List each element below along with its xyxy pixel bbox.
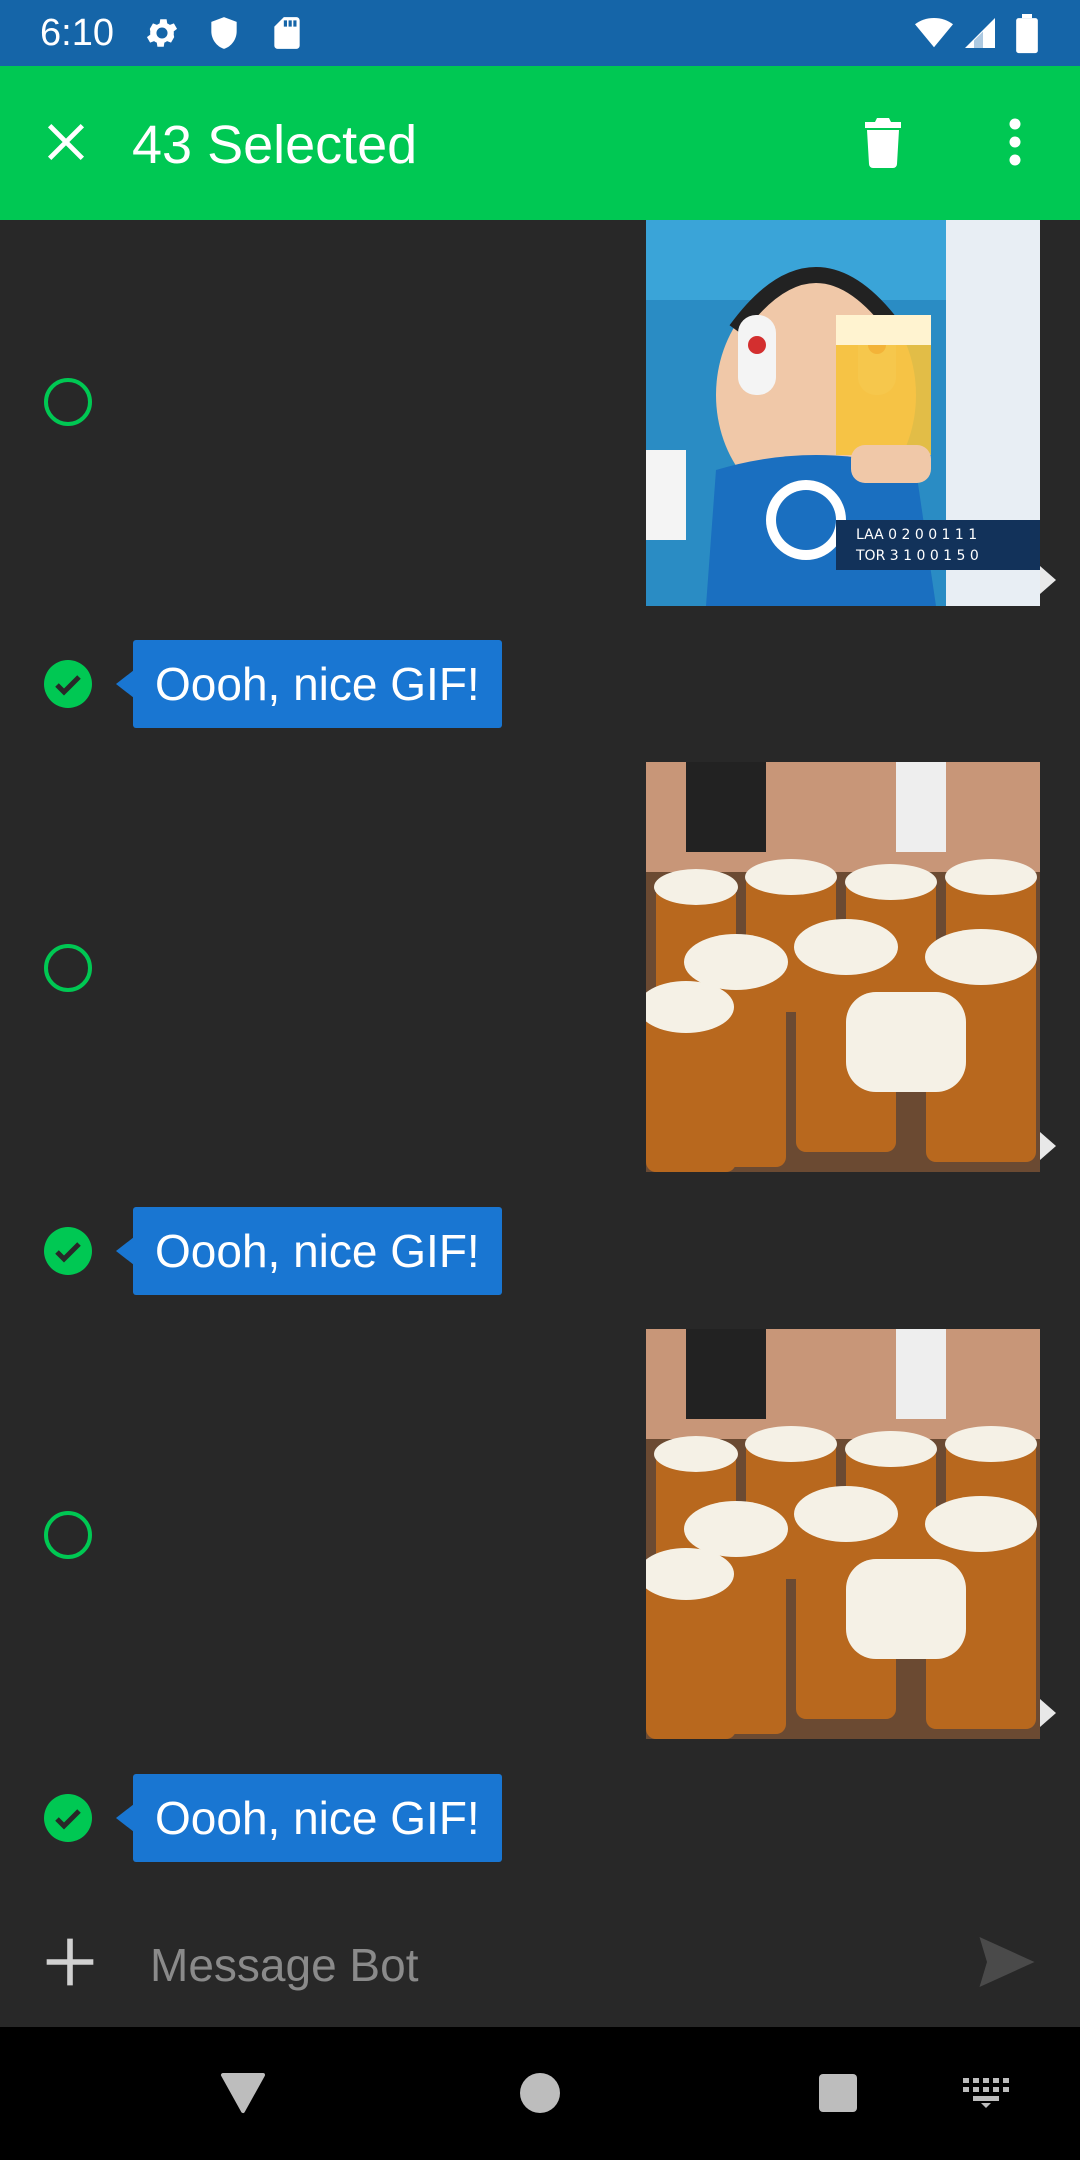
gif-tail	[1040, 1699, 1056, 1727]
bubble-tail	[116, 1237, 134, 1265]
message-input[interactable]	[148, 1928, 952, 2002]
svg-text:TOR 3 1 0 0 1 5 0: TOR 3 1 0 0 1 5 0	[855, 548, 979, 564]
nav-recents-button[interactable]	[803, 2060, 873, 2130]
unselected-circle-icon[interactable]	[44, 378, 92, 426]
close-selection-button[interactable]	[30, 104, 102, 184]
battery-icon	[1012, 14, 1050, 54]
gif-image[interactable]: LAA 0 2 0 0 1 1 1 TOR 3 1 0 0 1 5 0	[646, 220, 1040, 606]
unselected-circle-icon[interactable]	[44, 944, 92, 992]
nav-back-button[interactable]	[208, 2060, 278, 2130]
list-item: LAA 0 2 0 0 1 1 1 TOR 3 1 0 0 1 5 0	[0, 220, 1080, 606]
nav-keyboard-button[interactable]	[951, 2060, 1021, 2130]
nav-home-button[interactable]	[505, 2060, 575, 2130]
send-icon	[977, 1934, 1037, 1995]
bubble-tail	[116, 670, 134, 698]
shield-icon	[205, 14, 243, 52]
selected-check-icon[interactable]	[44, 1794, 92, 1842]
cell-signal-icon	[962, 14, 1000, 52]
selected-count-title: 43 Selected	[132, 115, 418, 175]
svg-text:LAA 0 2 0 0 1 1 1: LAA 0 2 0 0 1 1 1	[856, 527, 977, 543]
wifi-icon	[914, 14, 953, 52]
selected-check-icon[interactable]	[44, 660, 92, 708]
bubble-tail	[116, 1804, 134, 1832]
sd-card-icon	[268, 14, 306, 52]
message-list[interactable]: LAA 0 2 0 0 1 1 1 TOR 3 1 0 0 1 5 0 Oooh…	[0, 220, 1080, 1900]
unselected-circle-icon[interactable]	[44, 1511, 92, 1559]
keyboard-icon	[963, 2077, 1009, 2113]
more-vert-icon	[1008, 118, 1022, 171]
list-item: Oooh, nice GIF!	[0, 1207, 1080, 1295]
list-item	[0, 762, 1080, 1174]
list-item: Oooh, nice GIF!	[0, 640, 1080, 728]
attach-button[interactable]	[38, 1932, 102, 1996]
overflow-menu-button[interactable]	[980, 104, 1050, 184]
back-icon	[220, 2072, 266, 2119]
list-item	[0, 1329, 1080, 1741]
send-button[interactable]	[974, 1932, 1040, 1996]
gif-image[interactable]	[646, 1329, 1040, 1739]
gif-tail	[1040, 566, 1056, 594]
gif-image[interactable]	[646, 762, 1040, 1172]
plus-icon	[42, 1934, 98, 1995]
home-icon	[519, 2072, 561, 2119]
message-bubble[interactable]: Oooh, nice GIF!	[133, 1207, 502, 1295]
selected-check-icon[interactable]	[44, 1227, 92, 1275]
recents-icon	[818, 2073, 858, 2118]
list-item: Oooh, nice GIF!	[0, 1774, 1080, 1862]
message-bubble[interactable]: Oooh, nice GIF!	[133, 640, 502, 728]
close-icon	[44, 120, 88, 169]
delete-button[interactable]	[848, 104, 918, 184]
delete-icon	[863, 116, 903, 173]
settings-gear-icon	[143, 14, 181, 52]
status-time: 6:10	[40, 12, 114, 54]
message-bubble[interactable]: Oooh, nice GIF!	[133, 1774, 502, 1862]
gif-tail	[1040, 1132, 1056, 1160]
